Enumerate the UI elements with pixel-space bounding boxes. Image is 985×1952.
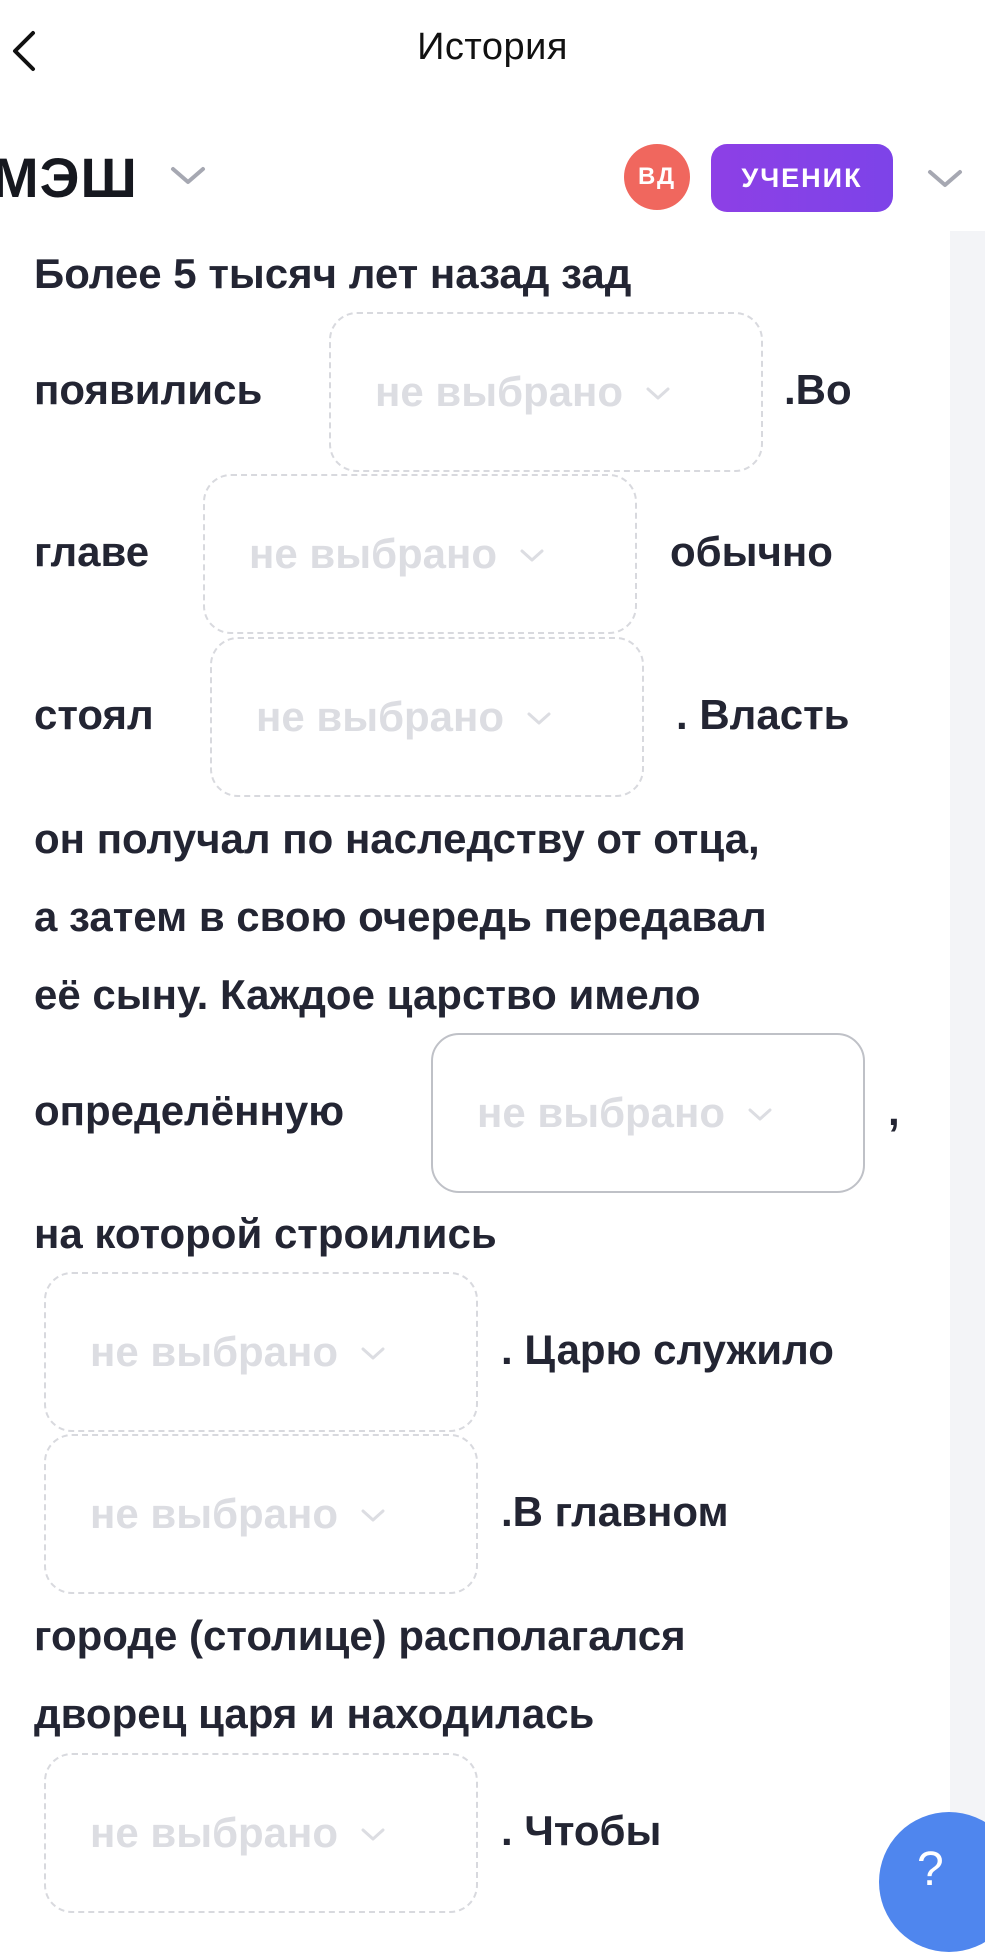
chevron-down-icon [646,387,670,400]
dropdown-placeholder: не выбрано [375,368,624,415]
dropdown-placeholder: не выбрано [90,1809,339,1856]
exercise-text: её сыну. Каждое царство имело [34,971,701,1018]
exercise-text: на которой строились [34,1210,497,1257]
answer-dropdown[interactable]: не выбрано [431,1033,865,1193]
help-label: ? [917,1843,944,1896]
exercise-text: главе [34,528,150,575]
page-title: История [417,26,568,68]
top-bar: История [0,0,985,105]
exercise-text: он получал по наследству от отца, [34,815,760,862]
chevron-down-icon [748,1108,772,1121]
chevron-down-icon[interactable] [170,165,206,187]
mesh-logo[interactable]: МЭШ [0,148,138,208]
exercise-text: . Власть [676,691,850,738]
chevron-down-icon [361,1347,385,1360]
exercise-text: а затем в свою очередь передавал [34,893,767,940]
exercise-text: дворец царя и находилась [34,1690,595,1737]
chevron-down-icon [361,1828,385,1841]
exercise-text: .Во [784,366,852,413]
exercise-text: стоял [34,691,154,738]
role-badge[interactable]: УЧЕНИК [711,144,893,212]
exercise-text: Более 5 тысяч лет назад зад [34,250,632,297]
chevron-down-icon [527,712,551,725]
answer-dropdown[interactable]: не выбрано [44,1753,478,1913]
scroll-gutter [950,231,985,1920]
dropdown-placeholder: не выбрано [256,693,505,740]
chevron-down-icon[interactable] [927,168,963,190]
chevron-down-icon [361,1509,385,1522]
exercise-text: определённую [34,1087,345,1134]
avatar[interactable]: ВД [624,144,690,210]
dropdown-placeholder: не выбрано [249,530,498,577]
exercise-text: , [888,1087,900,1134]
answer-dropdown[interactable]: не выбрано [44,1434,478,1594]
dropdown-placeholder: не выбрано [90,1328,339,1375]
dropdown-placeholder: не выбрано [90,1490,339,1537]
answer-dropdown[interactable]: не выбрано [210,637,644,797]
exercise-text: обычно [670,528,833,575]
exercise-text: городе (столице) располагался [34,1612,686,1659]
exercise-text: .В главном [501,1488,729,1535]
exercise-text: появились [34,366,263,413]
chevron-down-icon [520,549,544,562]
exercise-text: . Чтобы [501,1807,662,1854]
exercise-text: . Царю служило [501,1326,834,1373]
dropdown-placeholder: не выбрано [477,1089,726,1136]
answer-dropdown[interactable]: не выбрано [329,312,763,472]
answer-dropdown[interactable]: не выбрано [203,474,637,634]
answer-dropdown[interactable]: не выбрано [44,1272,478,1432]
